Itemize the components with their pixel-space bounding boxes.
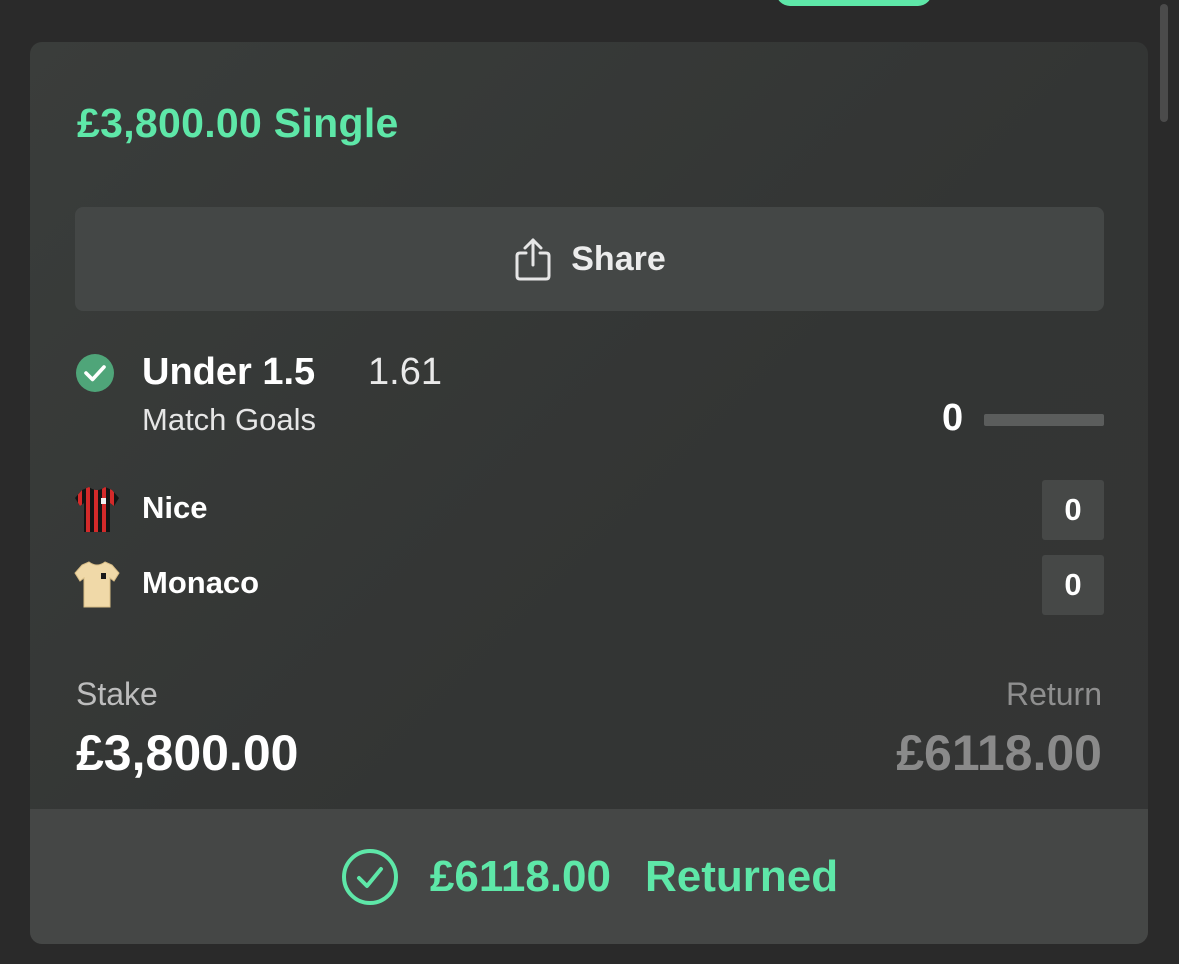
goal-count: 0 [942,397,964,439]
share-label: Share [571,239,666,278]
returned-amount: £6118.00 [429,851,611,901]
return-label: Return [1005,676,1102,712]
team-row-away: Monaco 0 [74,555,1104,615]
returned-status-bar: £6118.00 Returned [30,809,1148,944]
check-circle-icon [76,354,114,392]
team-score-home: 0 [1042,480,1104,540]
selection-market: Match Goals [142,402,317,437]
top-pill-button[interactable] [776,0,932,6]
share-button[interactable]: Share [75,207,1104,311]
selection-odds: 1.61 [368,351,442,393]
team-score-away: 0 [1042,555,1104,615]
stake-value: £3,800.00 [76,725,299,781]
bet-card: £3,800.00 Single Share Under 1.5 1.61 Ma… [30,42,1148,944]
selection-name: Under 1.5 [142,351,316,393]
team-name-away: Monaco [142,565,260,600]
scrollbar[interactable] [1160,4,1168,122]
bet-title: £3,800.00 Single [77,100,399,146]
share-icon [515,238,551,281]
returned-label: Returned [644,851,839,901]
red-black-striped-shirt-icon [75,487,119,532]
check-circle-outline-icon [341,848,398,905]
return-value: £6118.00 [896,725,1102,781]
goal-progress-track [984,414,1104,426]
team-name-home: Nice [142,490,208,525]
beige-shirt-icon [74,561,120,608]
team-row-home: Nice 0 [74,480,1104,540]
stake-label: Stake [76,676,158,712]
